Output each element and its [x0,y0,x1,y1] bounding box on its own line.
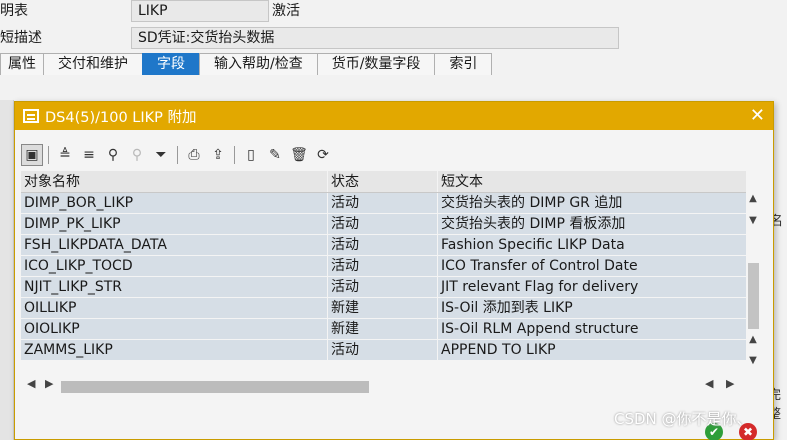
dialog-title: DS4(5)/100 LIKP 附加 [45,109,197,126]
cell-status: 活动 [328,214,438,234]
table-row[interactable]: DIMP_BOR_LIKP 活动 交货抬头表的 DIMP GR 追加 [21,193,746,214]
toolbar-separator [48,146,49,164]
chevron-right-icon[interactable]: ▶ [45,377,53,390]
refresh-icon[interactable]: ⟳ [312,144,334,166]
toolbar-separator [177,146,178,164]
cell-object-name: DIMP_PK_LIKP [21,214,328,234]
chevron-up-icon[interactable]: ▲ [746,334,760,348]
watermark-text: CSDN @你不是你、 [614,410,752,428]
table-row[interactable]: FSH_LIKPDATA_DATA 活动 Fashion Specific LI… [21,235,746,256]
cell-object-name: OIOLIKP [21,319,328,339]
chevron-left-icon[interactable]: ◀ [705,377,713,390]
scroll-down-icon[interactable]: ▼ [746,355,760,369]
cell-object-name: NJIT_LIKP_STR [21,277,328,297]
cell-object-name: ICO_LIKP_TOCD [21,256,328,276]
tab-input-help-check[interactable]: 输入帮助/检查 [199,53,318,75]
short-description-field[interactable]: SD凭证:交货抬头数据 [131,27,619,49]
column-header-status[interactable]: 状态 [328,171,438,192]
dialog-toolbar: ▣ ≜ ≡ ⚲ ⚲ ⏷ ⎙ ⇪ ▯ ✎ 🗑 ⟳ [21,143,334,167]
cell-object-name: DIMP_BOR_LIKP [21,193,328,213]
cell-object-name: FSH_LIKPDATA_DATA [21,235,328,255]
tab-attributes[interactable]: 属性 [0,53,44,75]
table-row[interactable]: NJIT_LIKP_STR 活动 JIT relevant Flag for d… [21,277,746,298]
cell-status: 活动 [328,193,438,213]
close-icon[interactable]: ✕ [750,105,765,126]
tab-bar: 属性 交付和维护 字段 输入帮助/检查 货币/数量字段 索引 [0,53,493,75]
cell-object-name: OILLIKP [21,298,328,318]
cell-short-text: 交货抬头表的 DIMP GR 追加 [441,195,623,211]
dialog-titlebar: DS4(5)/100 LIKP 附加 ✕ [15,102,773,130]
cell-short-text: IS-Oil 添加到表 LIKP [441,300,573,316]
cell-short-text: IS-Oil RLM Append structure [441,321,639,337]
table-name-field[interactable]: LIKP [131,0,269,22]
find-next-icon[interactable]: ⚲ [126,144,148,166]
tab-fields[interactable]: 字段 [142,53,200,75]
table-row[interactable]: ICO_LIKP_TOCD 活动 ICO Transfer of Control… [21,256,746,277]
cell-short-text: 交货抬头表的 DIMP 看板添加 [441,216,626,232]
cell-short-text: Fashion Specific LIKP Data [441,237,625,253]
export-icon[interactable]: ⇪ [207,144,229,166]
scroll-up-icon[interactable]: ▲ [746,193,760,207]
filter-icon[interactable]: ⏷ [150,144,172,166]
cell-status: 新建 [328,319,438,339]
cell-status: 活动 [328,340,438,360]
scroll-right-icon[interactable]: ▶ [726,377,734,390]
table-row[interactable]: OIOLIKP 新建 IS-Oil RLM Append structure [21,319,746,340]
window-icon [23,109,39,123]
find-icon[interactable]: ⚲ [102,144,124,166]
append-structures-dialog: DS4(5)/100 LIKP 附加 ✕ ▣ ≜ ≡ ⚲ ⚲ ⏷ ⎙ ⇪ ▯ ✎… [14,101,774,440]
tab-indexes[interactable]: 索引 [434,53,493,75]
short-description-label: 短描述 [0,30,42,46]
table-name-label: 明表 [0,3,28,19]
horizontal-scrollbar[interactable]: ◀ ▶ ◀ ▶ [21,377,746,393]
table-row[interactable]: DIMP_PK_LIKP 活动 交货抬头表的 DIMP 看板添加 [21,214,746,235]
append-structures-table: 对象名称 状态 短文本 DIMP_BOR_LIKP 活动 交货抬头表的 DIMP… [21,171,746,361]
column-header-short-text[interactable]: 短文本 [438,171,746,192]
detail-view-icon[interactable]: ▣ [21,144,43,166]
sort-descending-icon[interactable]: ≡ [78,144,100,166]
delete-icon[interactable]: 🗑 [288,144,310,166]
table-row[interactable]: ZAMMS_LIKP 活动 APPEND TO LIKP [21,340,746,361]
cell-status: 新建 [328,298,438,318]
cell-status: 活动 [328,277,438,297]
vertical-scrollbar[interactable]: ▲ ▼ ▲ ▼ [746,193,760,370]
toolbar-separator [234,146,235,164]
chevron-down-icon[interactable]: ▼ [746,215,760,229]
cell-object-name: ZAMMS_LIKP [21,340,328,360]
print-icon[interactable]: ⎙ [183,144,205,166]
change-icon[interactable]: ✎ [264,144,286,166]
activation-status: 激活 [272,3,300,19]
tab-delivery-maintenance[interactable]: 交付和维护 [43,53,143,75]
cell-status: 活动 [328,235,438,255]
cell-status: 活动 [328,256,438,276]
table-row[interactable]: OILLIKP 新建 IS-Oil 添加到表 LIKP [21,298,746,319]
sort-ascending-icon[interactable]: ≜ [54,144,76,166]
tab-currency-quantity[interactable]: 货币/数量字段 [316,53,436,75]
background-left-strip [0,100,14,440]
column-header-object-name[interactable]: 对象名称 [21,171,328,192]
cell-short-text: ICO Transfer of Control Date [441,258,638,274]
create-icon[interactable]: ▯ [240,144,262,166]
vertical-scroll-thumb[interactable] [748,263,759,329]
table-header: 对象名称 状态 短文本 [21,171,746,193]
cell-short-text: JIT relevant Flag for delivery [441,279,639,295]
horizontal-scroll-thumb[interactable] [61,381,369,393]
scroll-left-icon[interactable]: ◀ [27,377,35,390]
cell-short-text: APPEND TO LIKP [441,342,556,358]
